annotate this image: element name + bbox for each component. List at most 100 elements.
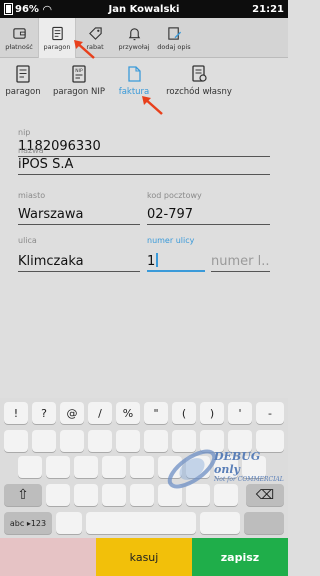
mode-switch-key[interactable]: abc ▸123 <box>4 512 52 534</box>
key[interactable] <box>88 430 112 452</box>
key[interactable] <box>102 456 126 478</box>
key[interactable] <box>172 430 196 452</box>
space-key[interactable] <box>86 512 196 534</box>
enter-key[interactable] <box>244 512 284 534</box>
key[interactable] <box>130 484 154 506</box>
doctype-paragon[interactable]: paragon <box>0 60 46 110</box>
key[interactable]: ' <box>228 402 252 424</box>
key[interactable]: % <box>116 402 140 424</box>
key[interactable] <box>4 430 28 452</box>
on-screen-keyboard: ! ? @ / % " ( ) ' - ⇧ ⌫ abc ▸123 <box>0 398 288 538</box>
kod-pocztowy-input[interactable]: 02-797 <box>147 205 270 225</box>
top-tabs: płatność paragon rabat przywołaj dodaj o… <box>0 18 288 58</box>
ulica-input[interactable]: Klimczaka <box>18 252 140 272</box>
key[interactable] <box>32 430 56 452</box>
doctype-rozchod-wlasny[interactable]: rozchód własny <box>156 60 242 110</box>
key[interactable] <box>56 512 82 534</box>
numer-ulicy-label: numer ulicy <box>147 236 195 245</box>
kod-pocztowy-field[interactable]: kod pocztowy 02-797 <box>147 191 270 225</box>
tab-przywolaj[interactable]: przywołaj <box>114 18 154 58</box>
key[interactable]: / <box>88 402 112 424</box>
kasuj-button[interactable]: kasuj <box>96 538 192 576</box>
key[interactable]: - <box>256 402 284 424</box>
wifi-icon: ◠ <box>42 2 52 16</box>
shift-arrow-icon: ⇧ <box>17 487 29 503</box>
key[interactable] <box>158 484 182 506</box>
wallet-icon <box>12 27 26 39</box>
key[interactable] <box>74 456 98 478</box>
key[interactable] <box>74 484 98 506</box>
key[interactable]: ( <box>172 402 196 424</box>
receipt-icon <box>51 26 63 40</box>
bottom-action-bar: kasuj zapisz <box>0 538 288 576</box>
ulica-field[interactable]: ulica Klimczaka <box>18 236 140 272</box>
tab-platnosc[interactable]: płatność <box>0 18 38 58</box>
tab-label: płatność <box>5 42 33 51</box>
nazwa-input[interactable]: iPOS S.A <box>18 155 270 175</box>
key[interactable] <box>18 456 42 478</box>
tab-paragon[interactable]: paragon <box>38 18 76 58</box>
receipt-icon <box>16 65 30 83</box>
tag-icon <box>88 26 102 40</box>
key[interactable] <box>228 430 252 452</box>
key[interactable] <box>102 484 126 506</box>
numer-ulicy-value: 1 <box>147 254 156 269</box>
key[interactable] <box>158 456 182 478</box>
key[interactable]: ! <box>4 402 28 424</box>
numer-ulicy-input[interactable]: 1 <box>147 252 205 272</box>
kod-pocztowy-label: kod pocztowy <box>147 191 202 200</box>
key[interactable] <box>200 512 240 534</box>
nazwa-field-main[interactable]: nazwa iPOS S.A <box>18 146 270 175</box>
tab-label: rabat <box>86 42 104 51</box>
key[interactable] <box>46 484 70 506</box>
key[interactable] <box>116 430 140 452</box>
doctype-label: rozchód własny <box>166 87 232 97</box>
edit-icon <box>167 26 181 40</box>
invoice-icon <box>128 66 141 82</box>
nip-badge: NIP <box>75 68 83 74</box>
key[interactable] <box>214 484 238 506</box>
zapisz-button[interactable]: zapisz <box>192 538 288 576</box>
receipt-nip-icon: NIP <box>72 65 86 83</box>
doctype-paragon-nip[interactable]: NIP paragon NIP <box>46 60 112 110</box>
clock: 21:21 <box>252 3 284 15</box>
key[interactable] <box>144 430 168 452</box>
ulica-label: ulica <box>18 236 37 245</box>
key[interactable] <box>242 456 266 478</box>
key[interactable]: ) <box>200 402 224 424</box>
key[interactable]: " <box>144 402 168 424</box>
bell-icon <box>128 27 140 40</box>
doctype-label: paragon <box>5 87 41 97</box>
miasto-field[interactable]: miasto Warszawa <box>18 191 140 225</box>
miasto-input[interactable]: Warszawa <box>18 205 140 225</box>
backspace-key[interactable]: ⌫ <box>246 484 284 506</box>
battery-icon <box>4 3 13 15</box>
nazwa-label: nazwa <box>18 146 44 155</box>
key[interactable]: @ <box>60 402 84 424</box>
text-caret <box>156 253 158 267</box>
key[interactable] <box>214 456 238 478</box>
key[interactable] <box>256 430 284 452</box>
key[interactable]: ? <box>32 402 56 424</box>
key[interactable] <box>60 430 84 452</box>
key[interactable] <box>186 456 210 478</box>
stamp-icon <box>192 65 207 82</box>
tab-label: paragon <box>43 42 71 51</box>
tab-rabat[interactable]: rabat <box>76 18 114 58</box>
doctype-faktura[interactable]: faktura <box>112 60 156 110</box>
nip-label: nip <box>18 128 31 137</box>
shift-key[interactable]: ⇧ <box>4 484 42 506</box>
key[interactable] <box>130 456 154 478</box>
miasto-label: miasto <box>18 191 46 200</box>
key[interactable] <box>46 456 70 478</box>
left-action-button[interactable] <box>0 538 96 576</box>
key[interactable] <box>186 484 210 506</box>
numer-lokalu-input[interactable]: numer l... <box>211 252 270 272</box>
tab-label: dodaj opis <box>157 42 191 51</box>
numer-ulicy-field[interactable]: numer ulicy 1 <box>147 236 205 272</box>
numer-lokalu-field[interactable]: x numer l... <box>211 236 270 272</box>
doctype-label: faktura <box>118 87 150 97</box>
doctype-label: paragon NIP <box>53 87 105 97</box>
key[interactable] <box>200 430 224 452</box>
tab-dodaj-opis[interactable]: dodaj opis <box>154 18 194 58</box>
